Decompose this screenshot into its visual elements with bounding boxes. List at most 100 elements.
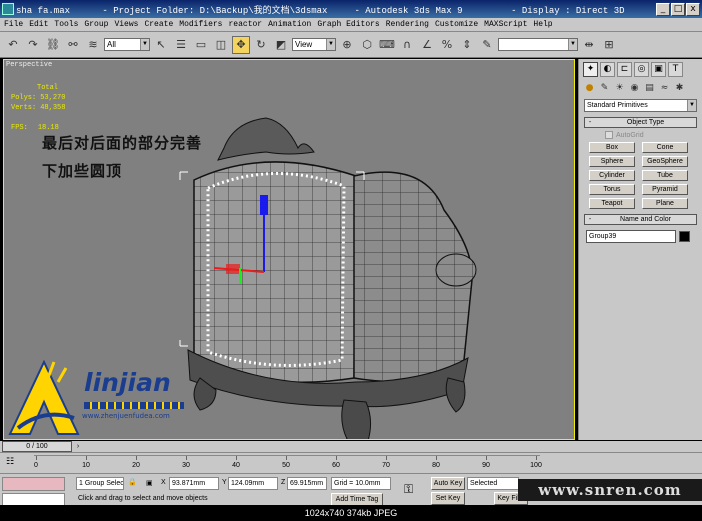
select-object-icon[interactable]: ↖	[152, 36, 170, 54]
window-crossing-icon[interactable]: ◫	[212, 36, 230, 54]
redo-icon[interactable]: ↷	[24, 36, 42, 54]
menu-modifiers[interactable]: Modifiers	[179, 20, 222, 29]
select-by-name-icon[interactable]: ☰	[172, 36, 190, 54]
time-slider[interactable]: 0 / 100 ›	[0, 441, 702, 452]
chevron-down-icon: ▼	[326, 39, 335, 50]
next-frame-icon[interactable]: ›	[73, 441, 83, 452]
snaps-toggle-icon[interactable]: ∩	[398, 36, 416, 54]
teapot-button[interactable]: Teapot	[589, 198, 635, 209]
geometry-icon[interactable]: ●	[583, 82, 596, 95]
maximize-button[interactable]: □	[671, 2, 685, 16]
hierarchy-tab-icon[interactable]: ⊏	[617, 62, 632, 77]
y-coordinate-field[interactable]: 124.09mm	[228, 477, 278, 490]
cameras-icon[interactable]: ◉	[628, 82, 641, 95]
tick-label: 70	[382, 462, 390, 469]
absolute-mode-icon[interactable]: ▣	[146, 479, 153, 487]
reference-coordinate-dropdown[interactable]: View ▼	[292, 38, 336, 51]
link-icon[interactable]: ⛓	[44, 36, 62, 54]
selection-filter-dropdown[interactable]: All ▼	[104, 38, 150, 51]
selection-info: 1 Group Selec	[76, 477, 124, 490]
track-ruler[interactable]: 0 10 20 30 40 50 60 70 80 90 100	[34, 455, 542, 471]
select-move-icon[interactable]: ✥	[232, 35, 250, 54]
align-icon[interactable]: ⊞	[600, 36, 618, 54]
menu-create[interactable]: Create	[144, 20, 173, 29]
mirror-icon[interactable]: ⇹	[580, 36, 598, 54]
object-color-swatch[interactable]	[679, 231, 690, 242]
auto-key-button[interactable]: Auto Key	[431, 477, 465, 490]
logo-wordmark: linjian	[84, 368, 171, 397]
bind-space-warp-icon[interactable]: ≋	[84, 36, 102, 54]
lock-selection-icon[interactable]: 🔒	[128, 478, 137, 486]
rectangular-selection-icon[interactable]: ▭	[192, 36, 210, 54]
maxscript-listener-mini[interactable]	[2, 477, 65, 491]
tube-button[interactable]: Tube	[642, 170, 688, 181]
track-bar[interactable]: ☷ 0 10 20 30 40 50 60 70 80 90 100	[0, 452, 702, 473]
menu-graph-editors[interactable]: Graph Editors	[317, 20, 379, 29]
utilities-tab-icon[interactable]: T	[668, 62, 683, 77]
menu-animation[interactable]: Animation	[268, 20, 311, 29]
autogrid-checkbox[interactable]: AutoGrid	[605, 131, 702, 139]
menu-reactor[interactable]: reactor	[228, 20, 262, 29]
select-manipulate-icon[interactable]: ⬡	[358, 36, 376, 54]
app-icon[interactable]	[2, 3, 14, 15]
chair-leg-front	[341, 399, 372, 439]
display-tab-icon[interactable]: ▣	[651, 62, 666, 77]
key-mode-dropdown[interactable]: Selected	[467, 477, 519, 490]
shapes-icon[interactable]: ✎	[598, 82, 611, 95]
modify-tab-icon[interactable]: ◐	[600, 62, 615, 77]
key-icon[interactable]: ⚿	[404, 482, 413, 497]
primitive-type-dropdown[interactable]: Standard Primitives ▼	[584, 99, 697, 112]
named-selection-dropdown[interactable]: ▼	[498, 38, 578, 51]
box-button[interactable]: Box	[589, 142, 635, 153]
perspective-viewport[interactable]: Perspective Total Polys: 53,270 Verts: 48,…	[3, 59, 575, 440]
z-coordinate-field[interactable]: 69.915mm	[287, 477, 327, 490]
undo-icon[interactable]: ↶	[4, 36, 22, 54]
systems-icon[interactable]: ✱	[673, 82, 686, 95]
object-name-field[interactable]: Group39	[586, 230, 676, 243]
pyramid-button[interactable]: Pyramid	[642, 184, 688, 195]
select-scale-icon[interactable]: ◩	[272, 36, 290, 54]
cone-button[interactable]: Cone	[642, 142, 688, 153]
menu-views[interactable]: Views	[114, 20, 138, 29]
menu-group[interactable]: Group	[84, 20, 108, 29]
curve-editor-icon[interactable]: ☷	[6, 457, 22, 468]
tick-label: 0	[34, 462, 38, 469]
spinner-snap-icon[interactable]: ⇕	[458, 36, 476, 54]
create-tab-icon[interactable]: ✦	[583, 62, 598, 77]
keyboard-shortcut-icon[interactable]: ⌨	[378, 36, 396, 54]
select-rotate-icon[interactable]: ↻	[252, 36, 270, 54]
pivot-center-icon[interactable]: ⊕	[338, 36, 356, 54]
tick-label: 50	[282, 462, 290, 469]
percent-snap-icon[interactable]: %	[438, 36, 456, 54]
sphere-button[interactable]: Sphere	[589, 156, 635, 167]
unlink-icon[interactable]: ⚯	[64, 36, 82, 54]
motion-tab-icon[interactable]: ◎	[634, 62, 649, 77]
time-slider-thumb[interactable]: 0 / 100	[2, 441, 72, 452]
site-watermark: www.snren.com	[518, 479, 702, 501]
close-button[interactable]: x	[686, 2, 700, 16]
lights-icon[interactable]: ☀	[613, 82, 626, 95]
menu-customize[interactable]: Customize	[435, 20, 478, 29]
torus-button[interactable]: Torus	[589, 184, 635, 195]
angle-snap-icon[interactable]: ∠	[418, 36, 436, 54]
x-coordinate-field[interactable]: 93.871mm	[169, 477, 219, 490]
plane-button[interactable]: Plane	[642, 198, 688, 209]
overlay-caption-line2: 下加些圆顶	[42, 162, 123, 180]
minimize-button[interactable]: _	[656, 2, 670, 16]
menu-edit[interactable]: Edit	[29, 20, 48, 29]
menu-rendering[interactable]: Rendering	[386, 20, 429, 29]
menu-help[interactable]: Help	[533, 20, 552, 29]
space-warps-icon[interactable]: ≈	[658, 82, 671, 95]
helpers-icon[interactable]: ▤	[643, 82, 656, 95]
menu-maxscript[interactable]: MAXScript	[484, 20, 527, 29]
menu-tools[interactable]: Tools	[54, 20, 78, 29]
name-and-color-rollout[interactable]: - Name and Color	[584, 214, 697, 225]
set-key-button[interactable]: Set Key	[431, 492, 465, 505]
object-type-rollout[interactable]: - Object Type	[584, 117, 697, 128]
title-bar: sha fa.max - Project Folder: D:\Backup\我…	[0, 0, 702, 18]
cylinder-button[interactable]: Cylinder	[589, 170, 635, 181]
geosphere-button[interactable]: GeoSphere	[642, 156, 688, 167]
menu-file[interactable]: File	[4, 20, 23, 29]
tick-label: 90	[482, 462, 490, 469]
edit-named-selection-icon[interactable]: ✎	[478, 36, 496, 54]
